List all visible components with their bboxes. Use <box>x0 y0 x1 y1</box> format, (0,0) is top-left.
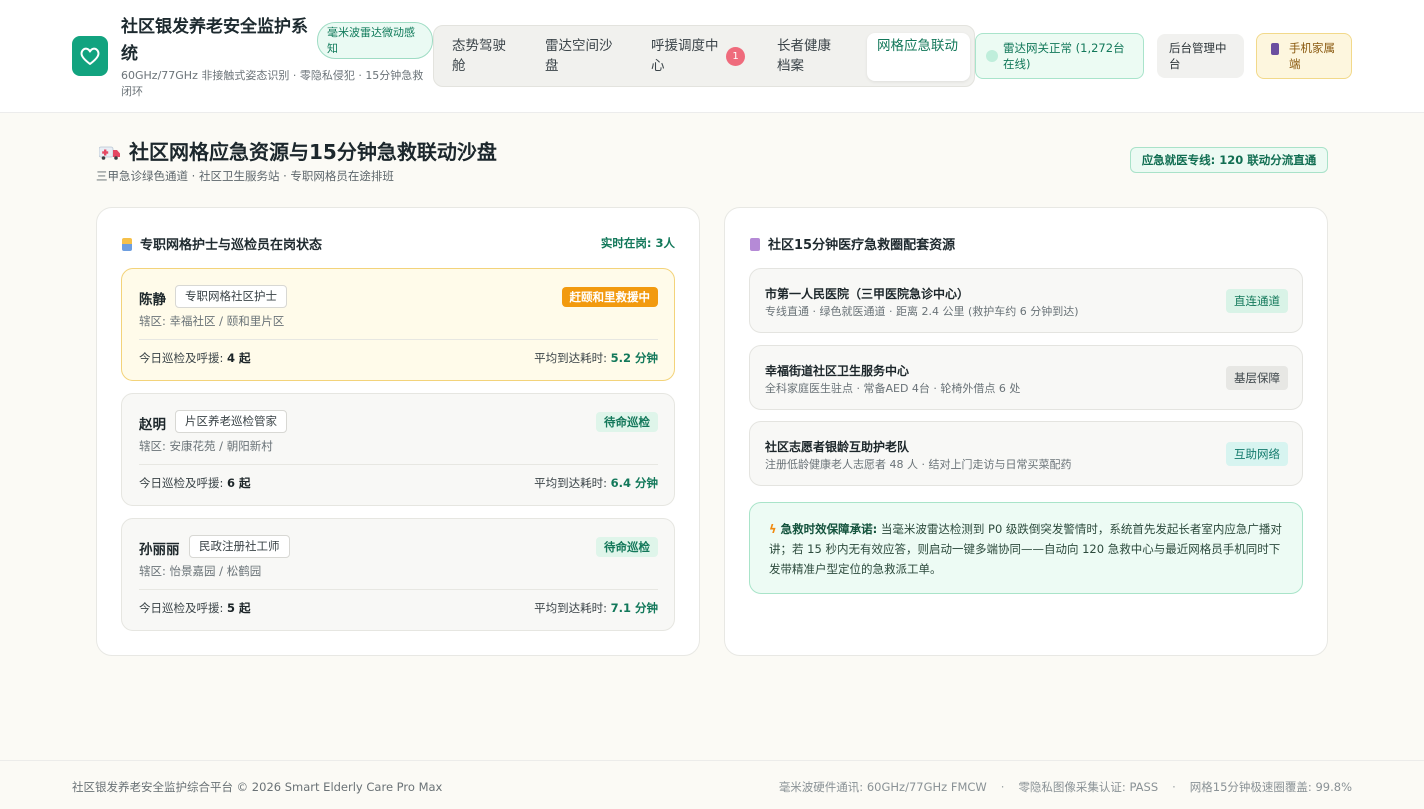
resource-panel-title: 社区15分钟医疗急救圈配套资源 <box>768 238 956 253</box>
staff-name: 赵明 <box>139 417 166 433</box>
page-title: 社区网格应急资源与15分钟急救联动沙盘 <box>129 140 497 164</box>
resource-panel-title-row: 社区15分钟医疗急救圈配套资源 <box>750 234 955 253</box>
hospital-icon <box>750 238 760 251</box>
patrol-label: 今日巡检及呼援: <box>139 476 224 490</box>
staff-card[interactable]: 孙丽丽 民政注册社工师 辖区: 怡景嘉园 / 松鹤园 待命巡检 今日巡检及呼援:… <box>121 518 675 631</box>
divider <box>139 589 658 590</box>
tab-dashboard[interactable]: 态势驾驶舱 <box>442 33 528 81</box>
tab-health-records[interactable]: 长者健康档案 <box>767 33 853 81</box>
status-badge: 待命巡检 <box>596 412 658 432</box>
admin-console-button[interactable]: 后台管理中台 <box>1157 34 1244 78</box>
gateway-status: 雷达网关正常 (1,272台在线) <box>975 33 1144 79</box>
resource-name: 市第一人民医院（三甲医院急诊中心） <box>765 287 970 301</box>
avg-arrival-time: 平均到达耗时: 5.2 分钟 <box>534 350 658 366</box>
resource-card[interactable]: 社区志愿者银龄互助护老队 注册低龄健康老人志愿者 48 人 · 结对上门走访与日… <box>749 421 1303 486</box>
staff-role-tag: 民政注册社工师 <box>189 535 290 558</box>
footer-specs: 毫米波硬件通讯: 60GHz/77GHz FMCW · 零隐私图像采集认证: PAS… <box>779 779 1352 795</box>
page-subtitle: 三甲急诊绿色通道 · 社区卫生服务站 · 专职网格员在途排班 <box>96 169 394 183</box>
gateway-status-text: 雷达网关正常 (1,272台在线) <box>1003 41 1125 71</box>
avg-arrival-time: 平均到达耗时: 7.1 分钟 <box>534 600 658 616</box>
resource-desc: 专线直通 · 绿色就医通道 · 距离 2.4 公里 (救护车约 6 分钟到达) <box>765 305 1079 318</box>
staff-panel-title: 专职网格护士与巡检员在岗状态 <box>140 238 323 253</box>
status-badge: 待命巡检 <box>596 537 658 557</box>
phone-icon <box>1271 43 1279 55</box>
avg-arrival-time: 平均到达耗时: 6.4 分钟 <box>534 475 658 491</box>
staff-area: 辖区: 怡景嘉园 / 松鹤园 <box>139 564 262 578</box>
family-label: 手机家属端 <box>1289 41 1335 71</box>
patrol-value: 6 起 <box>227 476 251 490</box>
resource-card[interactable]: 市第一人民医院（三甲医院急诊中心） 专线直通 · 绿色就医通道 · 距离 2.4… <box>749 268 1303 333</box>
resource-desc: 注册低龄健康老人志愿者 48 人 · 结对上门走访与日常买菜配药 <box>765 458 1072 471</box>
radar-badge: 毫米波雷达微动感知 <box>317 22 433 59</box>
eta-label: 平均到达耗时: <box>534 351 607 365</box>
status-dot-icon <box>986 50 998 62</box>
staff-role-tag: 专职网格社区护士 <box>175 285 287 308</box>
resource-name: 社区志愿者银龄互助护老队 <box>765 440 910 454</box>
resource-tag: 直连通道 <box>1226 289 1288 313</box>
staff-area: 辖区: 幸福社区 / 颐和里片区 <box>139 314 285 328</box>
eta-label: 平均到达耗时: <box>534 601 607 615</box>
tab-label: 呼援调度中心 <box>651 38 719 74</box>
admin-label: 后台管理中台 <box>1169 41 1227 71</box>
app-subtitle: 60GHz/77GHz 非接触式姿态识别 · 零隐私侵犯 · 15分钟急救闭环 <box>121 69 424 98</box>
staff-name: 孙丽丽 <box>139 542 180 558</box>
staff-name: 陈静 <box>139 292 166 308</box>
tab-grid-emergency[interactable]: 网格应急联动 <box>867 33 970 81</box>
tab-label: 态势驾驶舱 <box>452 38 506 74</box>
divider <box>139 339 658 340</box>
staff-status-panel: 专职网格护士与巡检员在岗状态 实时在岗: 3人 陈静 专职网格社区护士 辖区: … <box>96 207 700 656</box>
ambulance-icon <box>99 146 120 160</box>
emergency-hotline-badge: 应急就医专线: 120 联动分流直通 <box>1130 147 1328 173</box>
patrol-count: 今日巡检及呼援: 4 起 <box>139 350 251 366</box>
nurse-icon <box>122 238 132 251</box>
dispatch-count-badge: 1 <box>726 47 745 66</box>
response-guarantee-note: ϟ 急救时效保障承诺: 当毫米波雷达检测到 P0 级跌倒突发警情时，系统首先发起长… <box>749 502 1303 594</box>
guarantee-title: 急救时效保障承诺: <box>780 522 878 536</box>
tab-radar-sandbox[interactable]: 雷达空间沙盘 <box>535 33 631 81</box>
staff-card[interactable]: 陈静 专职网格社区护士 辖区: 幸福社区 / 颐和里片区 赶颐和里救援中 今日巡… <box>121 268 675 381</box>
patrol-count: 今日巡检及呼援: 6 起 <box>139 475 251 491</box>
status-badge: 赶颐和里救援中 <box>561 287 658 307</box>
heart-icon <box>80 47 100 65</box>
staff-card[interactable]: 赵明 片区养老巡检管家 辖区: 安康花苑 / 朝阳新村 待命巡检 今日巡检及呼援… <box>121 393 675 506</box>
eta-label: 平均到达耗时: <box>534 476 607 490</box>
main-nav-tabs: 态势驾驶舱 雷达空间沙盘 呼援调度中心 1 长者健康档案 网格应急联动 <box>433 25 975 87</box>
patrol-label: 今日巡检及呼援: <box>139 351 224 365</box>
top-header: 社区银发养老安全监护系统 60GHz/77GHz 非接触式姿态识别 · 零隐私侵… <box>0 0 1424 113</box>
app-title: 社区银发养老安全监护系统 <box>121 17 308 64</box>
resource-tag: 互助网络 <box>1226 442 1288 466</box>
footer-spec: 毫米波硬件通讯: 60GHz/77GHz FMCW <box>778 780 987 794</box>
app-logo[interactable] <box>72 36 108 76</box>
lightning-icon: ϟ <box>769 522 777 536</box>
footer-spec: 网格15分钟极速圈覆盖: 99.8% <box>1189 780 1352 794</box>
footer-separator: · <box>1172 780 1176 794</box>
tab-label: 雷达空间沙盘 <box>545 38 613 74</box>
footer-spec: 零隐私图像采集认证: PASS <box>1018 780 1159 794</box>
divider <box>139 464 658 465</box>
staff-area: 辖区: 安康花苑 / 朝阳新村 <box>139 439 273 453</box>
footer-copyright: 社区银发养老安全监护综合平台 © 2026 Smart Elderly Care… <box>72 780 443 794</box>
resource-desc: 全科家庭医生驻点 · 常备AED 4台 · 轮椅外借点 6 处 <box>765 382 1021 395</box>
medical-resource-panel: 社区15分钟医疗急救圈配套资源 市第一人民医院（三甲医院急诊中心） 专线直通 ·… <box>724 207 1328 656</box>
eta-value: 7.1 分钟 <box>610 601 658 615</box>
family-app-button[interactable]: 手机家属端 <box>1256 33 1352 79</box>
tab-label: 长者健康档案 <box>777 38 831 74</box>
on-duty-count: 实时在岗: 3人 <box>600 236 675 250</box>
footer-separator: · <box>1000 780 1005 794</box>
patrol-label: 今日巡检及呼援: <box>139 601 224 615</box>
eta-value: 5.2 分钟 <box>610 351 658 365</box>
staff-panel-title-row: 专职网格护士与巡检员在岗状态 <box>122 234 322 253</box>
patrol-value: 4 起 <box>227 351 251 365</box>
patrol-value: 5 起 <box>227 601 251 615</box>
staff-role-tag: 片区养老巡检管家 <box>175 410 287 433</box>
eta-value: 6.4 分钟 <box>610 476 658 490</box>
resource-tag: 基层保障 <box>1226 366 1288 390</box>
resource-card[interactable]: 幸福街道社区卫生服务中心 全科家庭医生驻点 · 常备AED 4台 · 轮椅外借点… <box>749 345 1303 410</box>
page-footer: 社区银发养老安全监护综合平台 © 2026 Smart Elderly Care… <box>0 760 1424 809</box>
tab-label: 网格应急联动 <box>877 38 958 54</box>
patrol-count: 今日巡检及呼援: 5 起 <box>139 600 251 616</box>
resource-name: 幸福街道社区卫生服务中心 <box>765 364 910 378</box>
